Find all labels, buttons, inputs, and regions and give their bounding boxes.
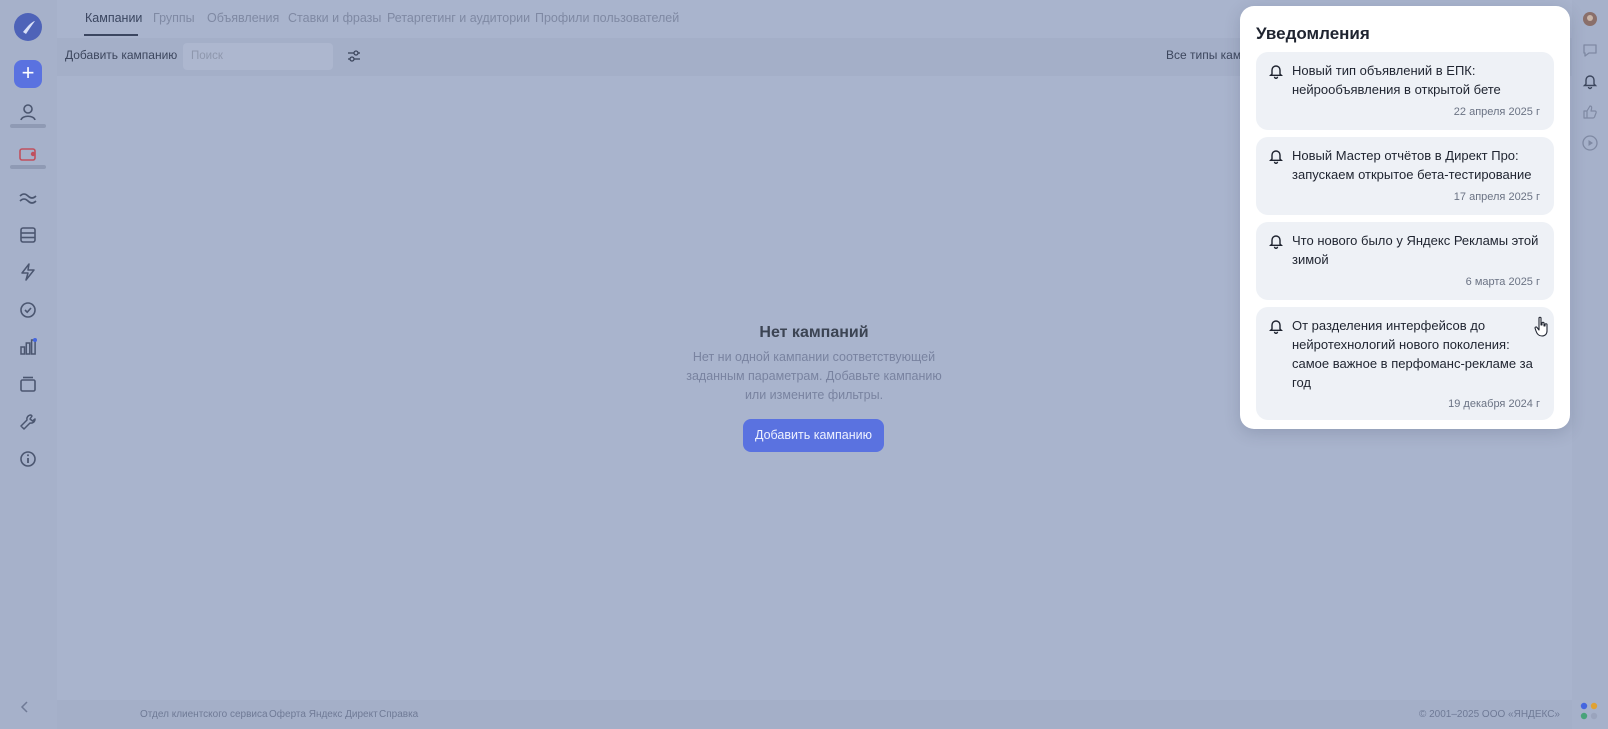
left-sidebar: +	[0, 0, 57, 729]
info-icon[interactable]	[14, 445, 42, 473]
notification-text: Новый тип объявлений в ЕПК: нейрообъявле…	[1292, 63, 1501, 97]
bell-icon[interactable]	[1581, 72, 1599, 90]
search-input[interactable]: Поиск	[183, 43, 333, 70]
bell-icon	[1269, 65, 1283, 79]
lightning-icon[interactable]	[14, 258, 42, 286]
avatar-icon[interactable]	[1581, 10, 1599, 28]
waves-icon[interactable]	[14, 184, 42, 212]
check-circle-icon[interactable]	[14, 296, 42, 324]
footer-link-offer[interactable]: Оферта Яндекс Директ	[269, 709, 378, 720]
notification-date: 19 декабря 2024 г	[1448, 398, 1540, 410]
wallet-icon[interactable]	[14, 140, 42, 168]
notification-item[interactable]: Новый Мастер отчётов в Директ Про: запус…	[1256, 137, 1554, 215]
tab-bids-phrases[interactable]: Ставки и фразы	[288, 11, 381, 25]
play-icon[interactable]	[1581, 134, 1599, 152]
grid-apps-icon[interactable]	[1578, 700, 1600, 722]
campaign-types-dropdown[interactable]: Все типы камп	[1166, 48, 1248, 62]
bell-icon	[1269, 150, 1283, 164]
notification-text: Что нового было у Яндекс Рекламы этой зи…	[1292, 233, 1539, 267]
notification-item[interactable]: Новый тип объявлений в ЕПК: нейрообъявле…	[1256, 52, 1554, 130]
notifications-heading: Уведомления	[1256, 24, 1370, 43]
bell-icon	[1269, 320, 1283, 334]
bell-icon	[1269, 235, 1283, 249]
tab-ads[interactable]: Объявления	[207, 11, 279, 25]
right-rail	[1572, 0, 1608, 729]
chart-icon[interactable]	[14, 333, 42, 361]
notification-item[interactable]: Что нового было у Яндекс Рекламы этой зи…	[1256, 222, 1554, 300]
filter-settings-icon[interactable]	[347, 49, 361, 63]
empty-state-title: Нет кампаний	[759, 324, 869, 341]
tab-campaigns[interactable]: Кампании	[85, 11, 142, 25]
active-tab-indicator	[84, 34, 138, 36]
tab-groups[interactable]: Группы	[153, 11, 195, 25]
footer: Отдел клиентского сервиса Оферта Яндекс …	[57, 700, 1572, 729]
database-icon[interactable]	[14, 221, 42, 249]
logo-icon[interactable]	[14, 13, 42, 41]
copyright: © 2001–2025 ООО «ЯНДЕКС»	[1418, 709, 1560, 720]
chat-icon[interactable]	[1581, 41, 1599, 59]
footer-link-help[interactable]: Справка	[379, 709, 418, 720]
tab-user-profiles[interactable]: Профили пользователей	[535, 11, 679, 25]
collapse-sidebar-icon[interactable]	[18, 700, 32, 714]
hand-cursor-icon	[1534, 316, 1548, 337]
notification-item[interactable]: От разделения интерфейсов до нейротехнол…	[1256, 307, 1554, 420]
notification-date: 22 апреля 2025 г	[1453, 106, 1540, 118]
add-campaign-button[interactable]: Добавить кампанию	[65, 48, 177, 62]
add-campaign-primary-button[interactable]: Добавить кампанию	[743, 419, 884, 452]
wrench-icon[interactable]	[14, 408, 42, 436]
layers-icon[interactable]	[14, 370, 42, 398]
notification-text: От разделения интерфейсов до нейротехнол…	[1292, 318, 1533, 390]
footer-link-support[interactable]: Отдел клиентского сервиса	[140, 709, 268, 720]
notification-date: 6 марта 2025 г	[1465, 276, 1540, 288]
empty-state-description: Нет ни одной кампании соответствующей за…	[686, 350, 942, 402]
notifications-panel: Уведомления Новый тип объявлений в ЕПК: …	[1240, 6, 1570, 429]
plus-icon[interactable]: +	[14, 60, 42, 88]
sidebar-separator	[10, 165, 46, 169]
notification-text: Новый Мастер отчётов в Директ Про: запус…	[1292, 148, 1532, 182]
tab-retargeting[interactable]: Ретаргетинг и аудитории	[387, 11, 530, 25]
notification-date: 17 апреля 2025 г	[1453, 191, 1540, 203]
sidebar-separator	[10, 124, 46, 128]
thumb-up-icon[interactable]	[1581, 103, 1599, 121]
user-icon[interactable]	[14, 98, 42, 126]
